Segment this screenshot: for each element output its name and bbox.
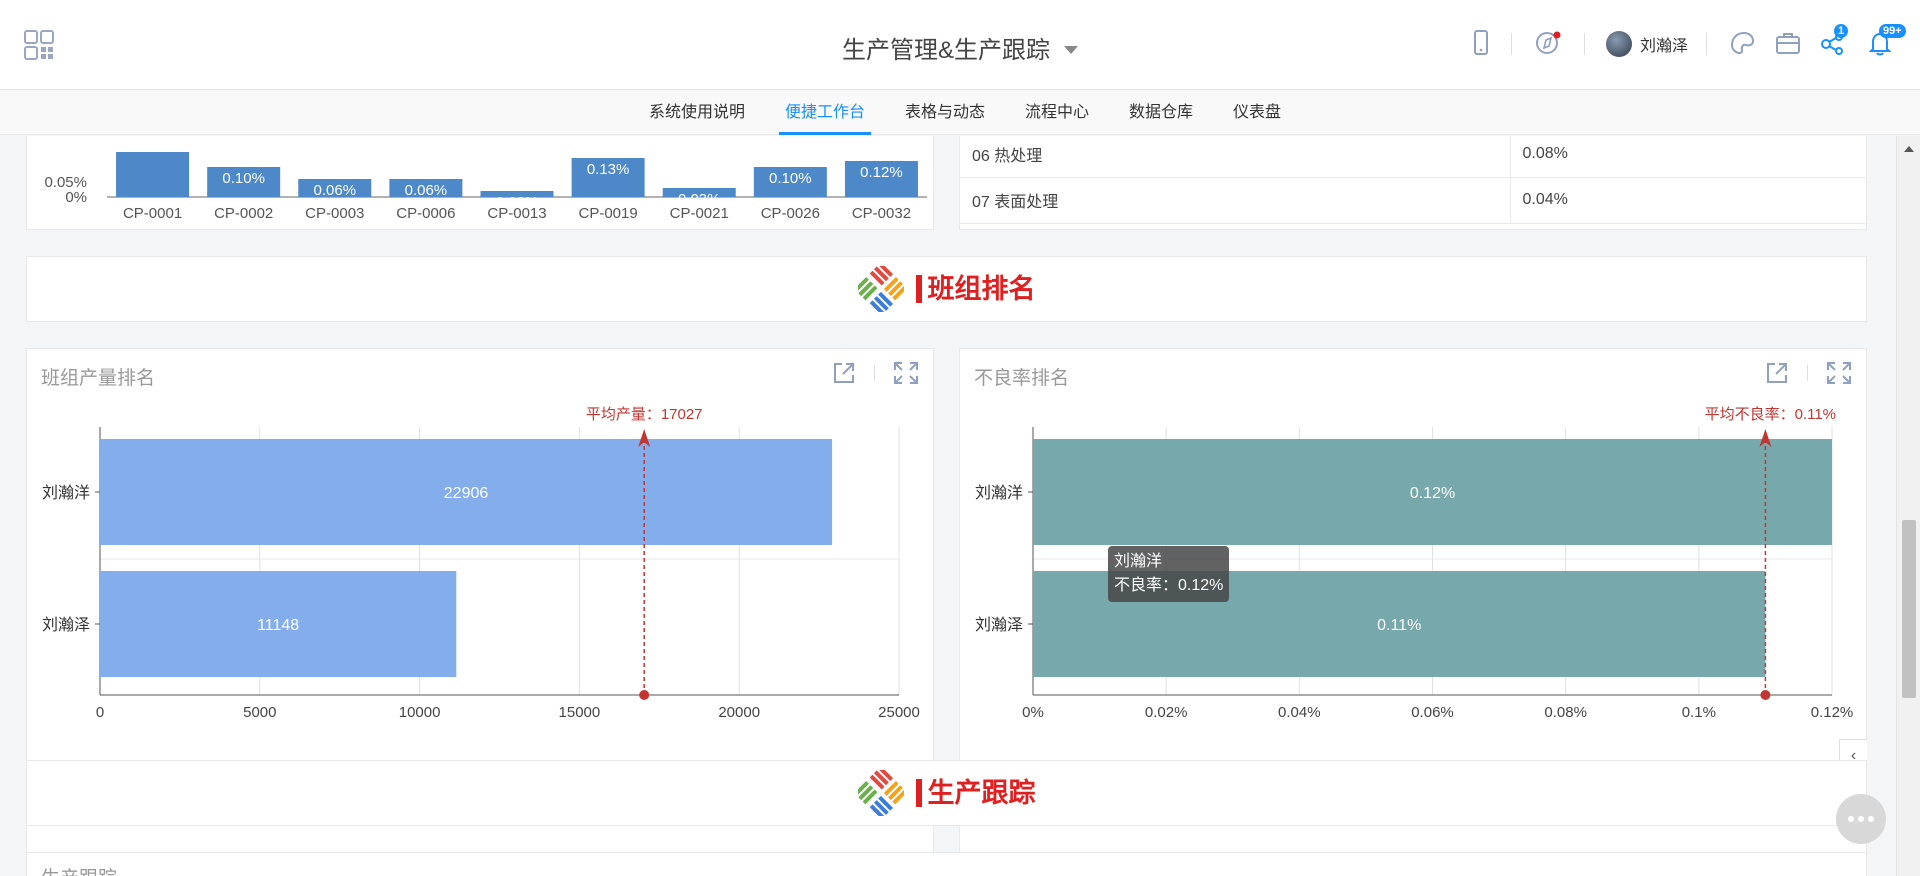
x-tick-label: CP-0013 xyxy=(487,205,546,222)
tooltip-value: 不良率：0.12% xyxy=(1114,577,1224,594)
x-tick-label: 0 xyxy=(96,704,104,721)
card-title: 生产跟踪 xyxy=(41,863,117,876)
x-tick-label: CP-0032 xyxy=(852,205,911,222)
tooltip-name: 刘瀚洋 xyxy=(1114,553,1163,570)
x-tick-label: 0.12% xyxy=(1811,704,1854,721)
user-name: 刘瀚泽 xyxy=(1640,38,1689,55)
bar-data-label: 0.10% xyxy=(769,170,812,187)
chevron-down-icon xyxy=(1064,45,1078,54)
bar-data-label: 22906 xyxy=(444,485,489,502)
tab-quick-workbench[interactable]: 便捷工作台 xyxy=(778,91,872,135)
process-defect-card: 06 热处理 0.08% 07 表面处理 0.04% xyxy=(959,136,1867,230)
x-tick-label: 0.08% xyxy=(1544,704,1587,721)
mark-line-dot xyxy=(639,690,650,700)
message-badge: 1 xyxy=(1834,24,1849,38)
bar-data-label: 0.13% xyxy=(587,161,630,178)
tab-data-warehouse[interactable]: 数据仓库 xyxy=(1129,91,1193,135)
product-defect-chart: 0%0.05% CP-0001 0.10% CP-0002 0.06% CP-0003 0.… xyxy=(44,152,927,222)
chart-tooltip: 刘瀚洋 不良率：0.12% xyxy=(1108,546,1230,602)
process-rate: 0.04% xyxy=(1510,177,1866,224)
bar-data-label: 11148 xyxy=(257,617,299,634)
brand-logo-icon xyxy=(857,770,904,816)
x-tick-label: CP-0003 xyxy=(305,205,364,222)
bar-data-label: 0.12% xyxy=(860,164,903,181)
top-header: 生产管理&生产跟踪 刘瀚泽 1 99+ xyxy=(0,0,1920,90)
bar-data-label: 0.11% xyxy=(1377,617,1421,634)
x-tick-label: CP-0006 xyxy=(396,205,455,222)
section-team-ranking: 班组排名 xyxy=(26,256,1867,322)
process-name: 07 表面处理 xyxy=(960,177,1511,224)
table-row: 06 热处理 0.08% xyxy=(960,136,1866,178)
page-scrollbar[interactable] xyxy=(1896,136,1920,876)
tab-process-center[interactable]: 流程中心 xyxy=(1025,91,1089,135)
x-tick-label: 0% xyxy=(1022,704,1044,721)
bar-data-label: 0.06% xyxy=(405,182,448,199)
y-tick-label: 0% xyxy=(65,189,87,206)
y-tick-label: 刘瀚洋 xyxy=(42,484,90,502)
notification-badge: 99+ xyxy=(1879,24,1906,38)
x-tick-label: 10000 xyxy=(399,704,441,721)
x-tick-label: CP-0001 xyxy=(123,205,182,222)
x-tick-label: CP-0002 xyxy=(214,205,273,222)
main-nav: 系统使用说明 便捷工作台 表格与动态 流程中心 数据仓库 仪表盘 xyxy=(0,91,1920,135)
x-tick-label: CP-0019 xyxy=(579,205,638,222)
mark-line-label: 平均产量：17027 xyxy=(586,406,703,423)
section-production-tracking: 生产跟踪 xyxy=(26,760,1867,826)
scroll-thumb[interactable] xyxy=(1902,520,1916,698)
production-tracking-card: 生产跟踪 xyxy=(26,852,1867,876)
mobile-icon[interactable] xyxy=(1466,28,1496,58)
bar-data-label: 0.12% xyxy=(1410,485,1455,502)
y-tick-label: 0.05% xyxy=(44,174,87,191)
app-title-text: 生产管理&生产跟踪 xyxy=(841,37,1050,64)
x-tick-label: 25000 xyxy=(878,704,920,721)
brand-logo-icon xyxy=(857,266,904,312)
process-defect-table: 06 热处理 0.08% 07 表面处理 0.04% xyxy=(960,136,1866,224)
x-tick-label: 20000 xyxy=(718,704,760,721)
y-tick-label: 刘瀚泽 xyxy=(975,616,1023,634)
scroll-up-arrow-icon[interactable] xyxy=(1904,146,1914,152)
x-tick-label: 0.04% xyxy=(1278,704,1321,721)
compass-icon[interactable] xyxy=(1533,28,1563,58)
briefcase-icon[interactable] xyxy=(1773,28,1803,58)
x-tick-label: 5000 xyxy=(243,704,276,721)
x-tick-label: 0.06% xyxy=(1411,704,1454,721)
product-defect-card: 0% 0.05% CP-0001 0.10% CP-0002 0.06% CP-0003 0.… xyxy=(26,136,934,230)
x-tick-label: 0.1% xyxy=(1682,704,1716,721)
mark-line-label: 平均不良率：0.11% xyxy=(1705,406,1836,423)
bar-data-label: 0.10% xyxy=(222,170,265,187)
y-tick-label: 刘瀚洋 xyxy=(975,484,1023,502)
user-menu[interactable]: 刘瀚泽 xyxy=(1606,30,1688,58)
process-name: 06 热处理 xyxy=(960,136,1511,178)
table-row: 07 表面处理 0.04% xyxy=(960,177,1866,224)
bar-data-label: 0.06% xyxy=(314,182,357,199)
x-tick-label: 0.02% xyxy=(1145,704,1188,721)
x-tick-label: 15000 xyxy=(559,704,601,721)
tab-tables-dynamics[interactable]: 表格与动态 xyxy=(905,91,985,135)
tab-system-guide[interactable]: 系统使用说明 xyxy=(649,91,745,135)
mark-line-dot xyxy=(1760,690,1771,700)
process-rate: 0.08% xyxy=(1510,136,1866,178)
avatar xyxy=(1606,31,1632,57)
dashboard-content: 0% 0.05% CP-0001 0.10% CP-0002 0.06% CP-0003 0.… xyxy=(0,136,1896,876)
x-tick-label: CP-0021 xyxy=(670,205,729,222)
tab-dashboard[interactable]: 仪表盘 xyxy=(1233,91,1281,135)
more-actions-button[interactable] xyxy=(1836,794,1886,844)
bar xyxy=(116,152,190,197)
skin-icon[interactable] xyxy=(1727,28,1757,58)
x-tick-label: CP-0026 xyxy=(761,205,820,222)
section-title: 生产跟踪 xyxy=(915,779,1036,807)
y-tick-label: 刘瀚泽 xyxy=(42,616,90,634)
section-title: 班组排名 xyxy=(915,275,1036,303)
